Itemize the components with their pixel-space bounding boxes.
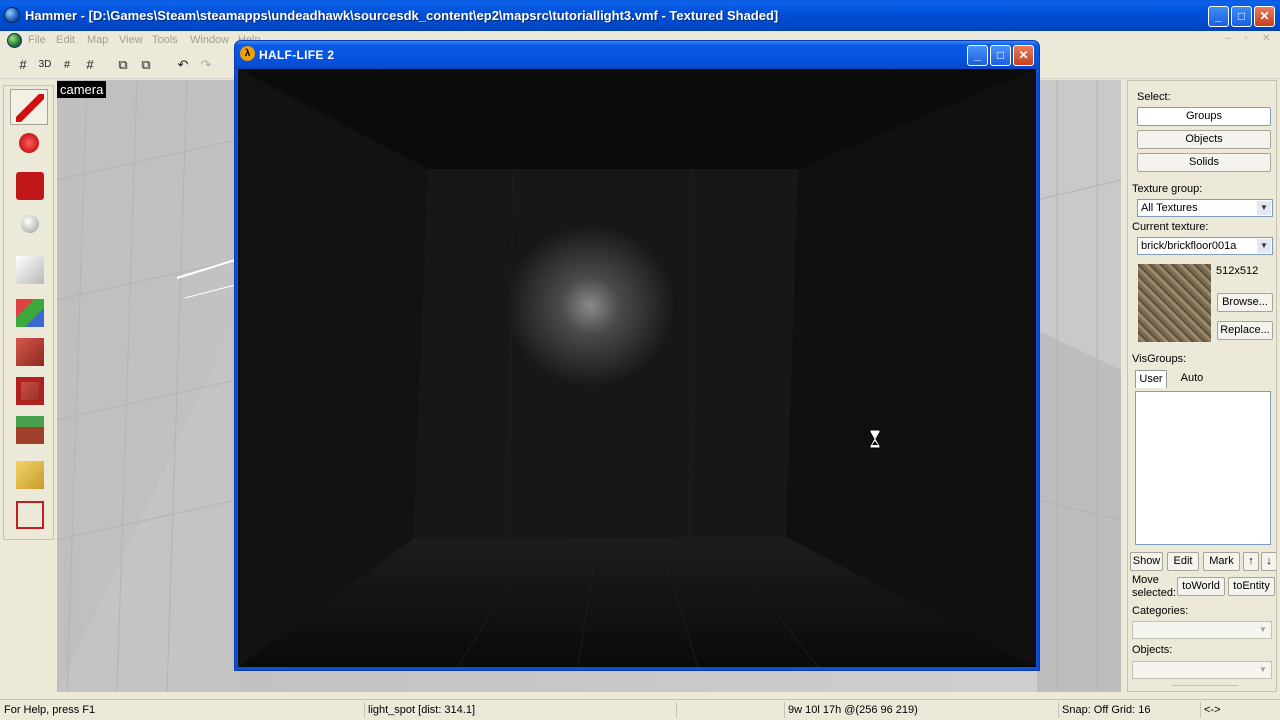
game-scene-render bbox=[238, 69, 1036, 667]
chevron-down-icon: ▼ bbox=[1257, 201, 1271, 215]
texture-group-dropdown[interactable]: All Textures ▼ bbox=[1137, 199, 1273, 217]
visgroups-label: VisGroups: bbox=[1132, 353, 1187, 365]
menu-edit[interactable]: Edit bbox=[56, 34, 75, 46]
close-button[interactable]: ✕ bbox=[1254, 6, 1275, 27]
window-title-bar[interactable]: Hammer - [D:\Games\Steam\steamapps\undea… bbox=[0, 0, 1280, 31]
texture-group-value: All Textures bbox=[1141, 202, 1198, 214]
status-bar: For Help, press F1 light_spot [dist: 314… bbox=[0, 699, 1280, 720]
entity-tool[interactable] bbox=[10, 211, 48, 247]
select-label: Select: bbox=[1137, 91, 1171, 103]
status-blank bbox=[676, 702, 782, 718]
game-window-title-bar[interactable]: λ HALF-LIFE 2 _ □ ✕ bbox=[235, 41, 1039, 69]
chevron-down-icon: ▼ bbox=[1257, 239, 1271, 253]
grid-toggle-icon[interactable]: # bbox=[13, 55, 33, 75]
child-close-icon[interactable]: ✕ bbox=[1262, 33, 1274, 44]
camera-tool[interactable] bbox=[10, 167, 48, 203]
to-entity-button[interactable]: toEntity bbox=[1228, 577, 1275, 596]
object-count-stepper[interactable] bbox=[1172, 685, 1238, 691]
texture-preview-thumbnail bbox=[1138, 264, 1211, 342]
mark-button[interactable]: Mark bbox=[1203, 552, 1240, 571]
tool-palette bbox=[3, 85, 54, 540]
select-solids-button[interactable]: Solids bbox=[1137, 153, 1271, 172]
hammer-app-icon bbox=[4, 7, 20, 23]
maximize-button[interactable]: □ bbox=[1231, 6, 1252, 27]
menu-view[interactable]: View bbox=[119, 34, 143, 46]
window-title: Hammer - [D:\Games\Steam\steamapps\undea… bbox=[25, 8, 779, 23]
child-restore-icon[interactable]: ▫ bbox=[1244, 33, 1256, 44]
categories-label: Categories: bbox=[1132, 605, 1189, 617]
tab-user[interactable]: User bbox=[1135, 370, 1167, 388]
game-maximize-button[interactable]: □ bbox=[990, 45, 1011, 66]
replace-button[interactable]: Replace... bbox=[1217, 321, 1273, 340]
camera-label: camera bbox=[57, 81, 107, 98]
apply-decal-tool[interactable] bbox=[10, 372, 48, 408]
clipping-tool[interactable] bbox=[10, 456, 48, 492]
game-minimize-button[interactable]: _ bbox=[967, 45, 988, 66]
apply-texture-tool[interactable] bbox=[10, 333, 48, 369]
status-selection: light_spot [dist: 314.1] bbox=[364, 702, 674, 718]
select-objects-button[interactable]: Objects bbox=[1137, 130, 1271, 149]
browse-button[interactable]: Browse... bbox=[1217, 293, 1273, 312]
status-size: 9w 10l 17h @(256 96 219) bbox=[784, 702, 1056, 718]
edit-button[interactable]: Edit bbox=[1167, 552, 1199, 571]
child-minimize-icon[interactable]: – bbox=[1225, 33, 1237, 44]
game-close-button[interactable]: ✕ bbox=[1013, 45, 1034, 66]
visgroups-list[interactable] bbox=[1135, 391, 1271, 545]
tab-auto[interactable]: Auto bbox=[1175, 370, 1209, 388]
status-snap: Snap: Off Grid: 16 bbox=[1058, 702, 1198, 718]
object-properties-panel: Select: Groups Objects Solids Texture gr… bbox=[1127, 80, 1277, 692]
objects-dropdown[interactable]: ▼ bbox=[1132, 661, 1272, 679]
undo-icon[interactable]: ↶ bbox=[173, 55, 193, 75]
categories-dropdown[interactable]: ▼ bbox=[1132, 621, 1272, 639]
select-groups-button[interactable]: Groups bbox=[1137, 107, 1271, 126]
status-arrows: <-> bbox=[1200, 702, 1278, 718]
game-window-title: HALF-LIFE 2 bbox=[259, 48, 335, 62]
chevron-down-icon: ▼ bbox=[1256, 623, 1270, 637]
move-selected-label-line2: selected: bbox=[1132, 587, 1177, 599]
half-life-lambda-icon: λ bbox=[240, 46, 255, 61]
current-texture-label: Current texture: bbox=[1132, 221, 1209, 233]
texture-size: 512x512 bbox=[1216, 265, 1259, 277]
objects-label: Objects: bbox=[1132, 644, 1173, 656]
move-selected-label-line1: Move bbox=[1132, 574, 1159, 586]
to-world-button[interactable]: toWorld bbox=[1177, 577, 1225, 596]
show-button[interactable]: Show bbox=[1130, 552, 1163, 571]
texture-application-tool[interactable] bbox=[10, 294, 48, 330]
status-help: For Help, press F1 bbox=[4, 704, 96, 716]
apply-overlay-tool[interactable] bbox=[10, 411, 48, 447]
texture-group-label: Texture group: bbox=[1132, 183, 1203, 195]
current-texture-dropdown[interactable]: brick/brickfloor001a ▼ bbox=[1137, 237, 1273, 255]
chevron-down-icon: ▼ bbox=[1256, 663, 1270, 677]
move-down-icon[interactable]: ↓ bbox=[1261, 552, 1276, 571]
menu-file[interactable]: File bbox=[28, 34, 46, 46]
grid-3d-icon[interactable]: 3D bbox=[35, 55, 55, 75]
ungroup-icon[interactable]: ⧉ bbox=[136, 55, 156, 75]
block-tool[interactable] bbox=[10, 251, 48, 287]
half-life-2-window[interactable]: λ HALF-LIFE 2 _ □ ✕ bbox=[234, 40, 1040, 671]
grid-smaller-icon[interactable]: # bbox=[57, 55, 77, 75]
document-icon[interactable] bbox=[7, 33, 22, 48]
menu-tools[interactable]: Tools bbox=[152, 34, 178, 46]
hourglass-cursor-icon bbox=[869, 429, 881, 449]
redo-icon[interactable]: ↷ bbox=[196, 55, 216, 75]
menu-window[interactable]: Window bbox=[190, 34, 229, 46]
vertex-tool[interactable] bbox=[10, 496, 48, 532]
magnify-tool[interactable] bbox=[10, 128, 48, 164]
game-render-view[interactable] bbox=[238, 69, 1036, 667]
group-icon[interactable]: ⧉ bbox=[113, 55, 133, 75]
menu-map[interactable]: Map bbox=[87, 34, 108, 46]
minimize-button[interactable]: _ bbox=[1208, 6, 1229, 27]
selection-tool[interactable] bbox=[10, 89, 48, 125]
move-up-icon[interactable]: ↑ bbox=[1243, 552, 1259, 571]
grid-larger-icon[interactable]: # bbox=[80, 55, 100, 75]
current-texture-value: brick/brickfloor001a bbox=[1141, 240, 1237, 252]
